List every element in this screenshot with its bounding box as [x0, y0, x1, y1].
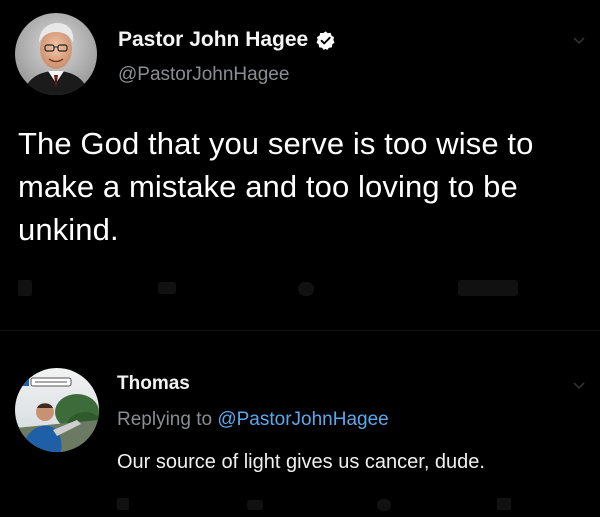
share-icon: [497, 498, 511, 510]
chevron-down-icon[interactable]: [572, 36, 586, 46]
replying-to-mention[interactable]: @PastorJohnHagee: [217, 409, 388, 430]
reply-tweet: Thomas Replying to @PastorJohnHagee Our …: [0, 355, 600, 517]
retweet-icon: [158, 282, 176, 294]
tweet-action-bar: [18, 280, 518, 296]
share-icon: [458, 280, 518, 296]
main-tweet: Pastor John Hagee @PastorJohnHagee The G…: [0, 0, 600, 330]
chevron-down-icon[interactable]: [572, 381, 586, 391]
author-name-text[interactable]: Pastor John Hagee: [118, 28, 308, 52]
reply-avatar[interactable]: [15, 368, 99, 452]
profile-photo: [15, 368, 99, 452]
replying-to: Replying to @PastorJohnHagee: [117, 409, 389, 431]
author-handle[interactable]: @PastorJohnHagee: [118, 64, 289, 86]
profile-photo: [15, 13, 97, 95]
avatar[interactable]: [15, 13, 97, 95]
tweet-text: The God that you serve is too wise to ma…: [18, 126, 534, 247]
replying-to-label: Replying to: [117, 409, 213, 430]
reply-author-name[interactable]: Thomas: [117, 373, 190, 395]
like-icon: [298, 282, 314, 296]
divider: [0, 330, 600, 331]
retweet-icon: [247, 500, 263, 510]
author-name[interactable]: Pastor John Hagee: [118, 28, 336, 52]
reply-icon: [117, 498, 129, 510]
reply-action-bar: [117, 498, 511, 511]
verified-badge-icon: [316, 30, 335, 50]
reply-text: Our source of light gives us cancer, dud…: [117, 451, 485, 473]
reply-icon: [18, 280, 32, 296]
like-icon: [377, 499, 391, 511]
